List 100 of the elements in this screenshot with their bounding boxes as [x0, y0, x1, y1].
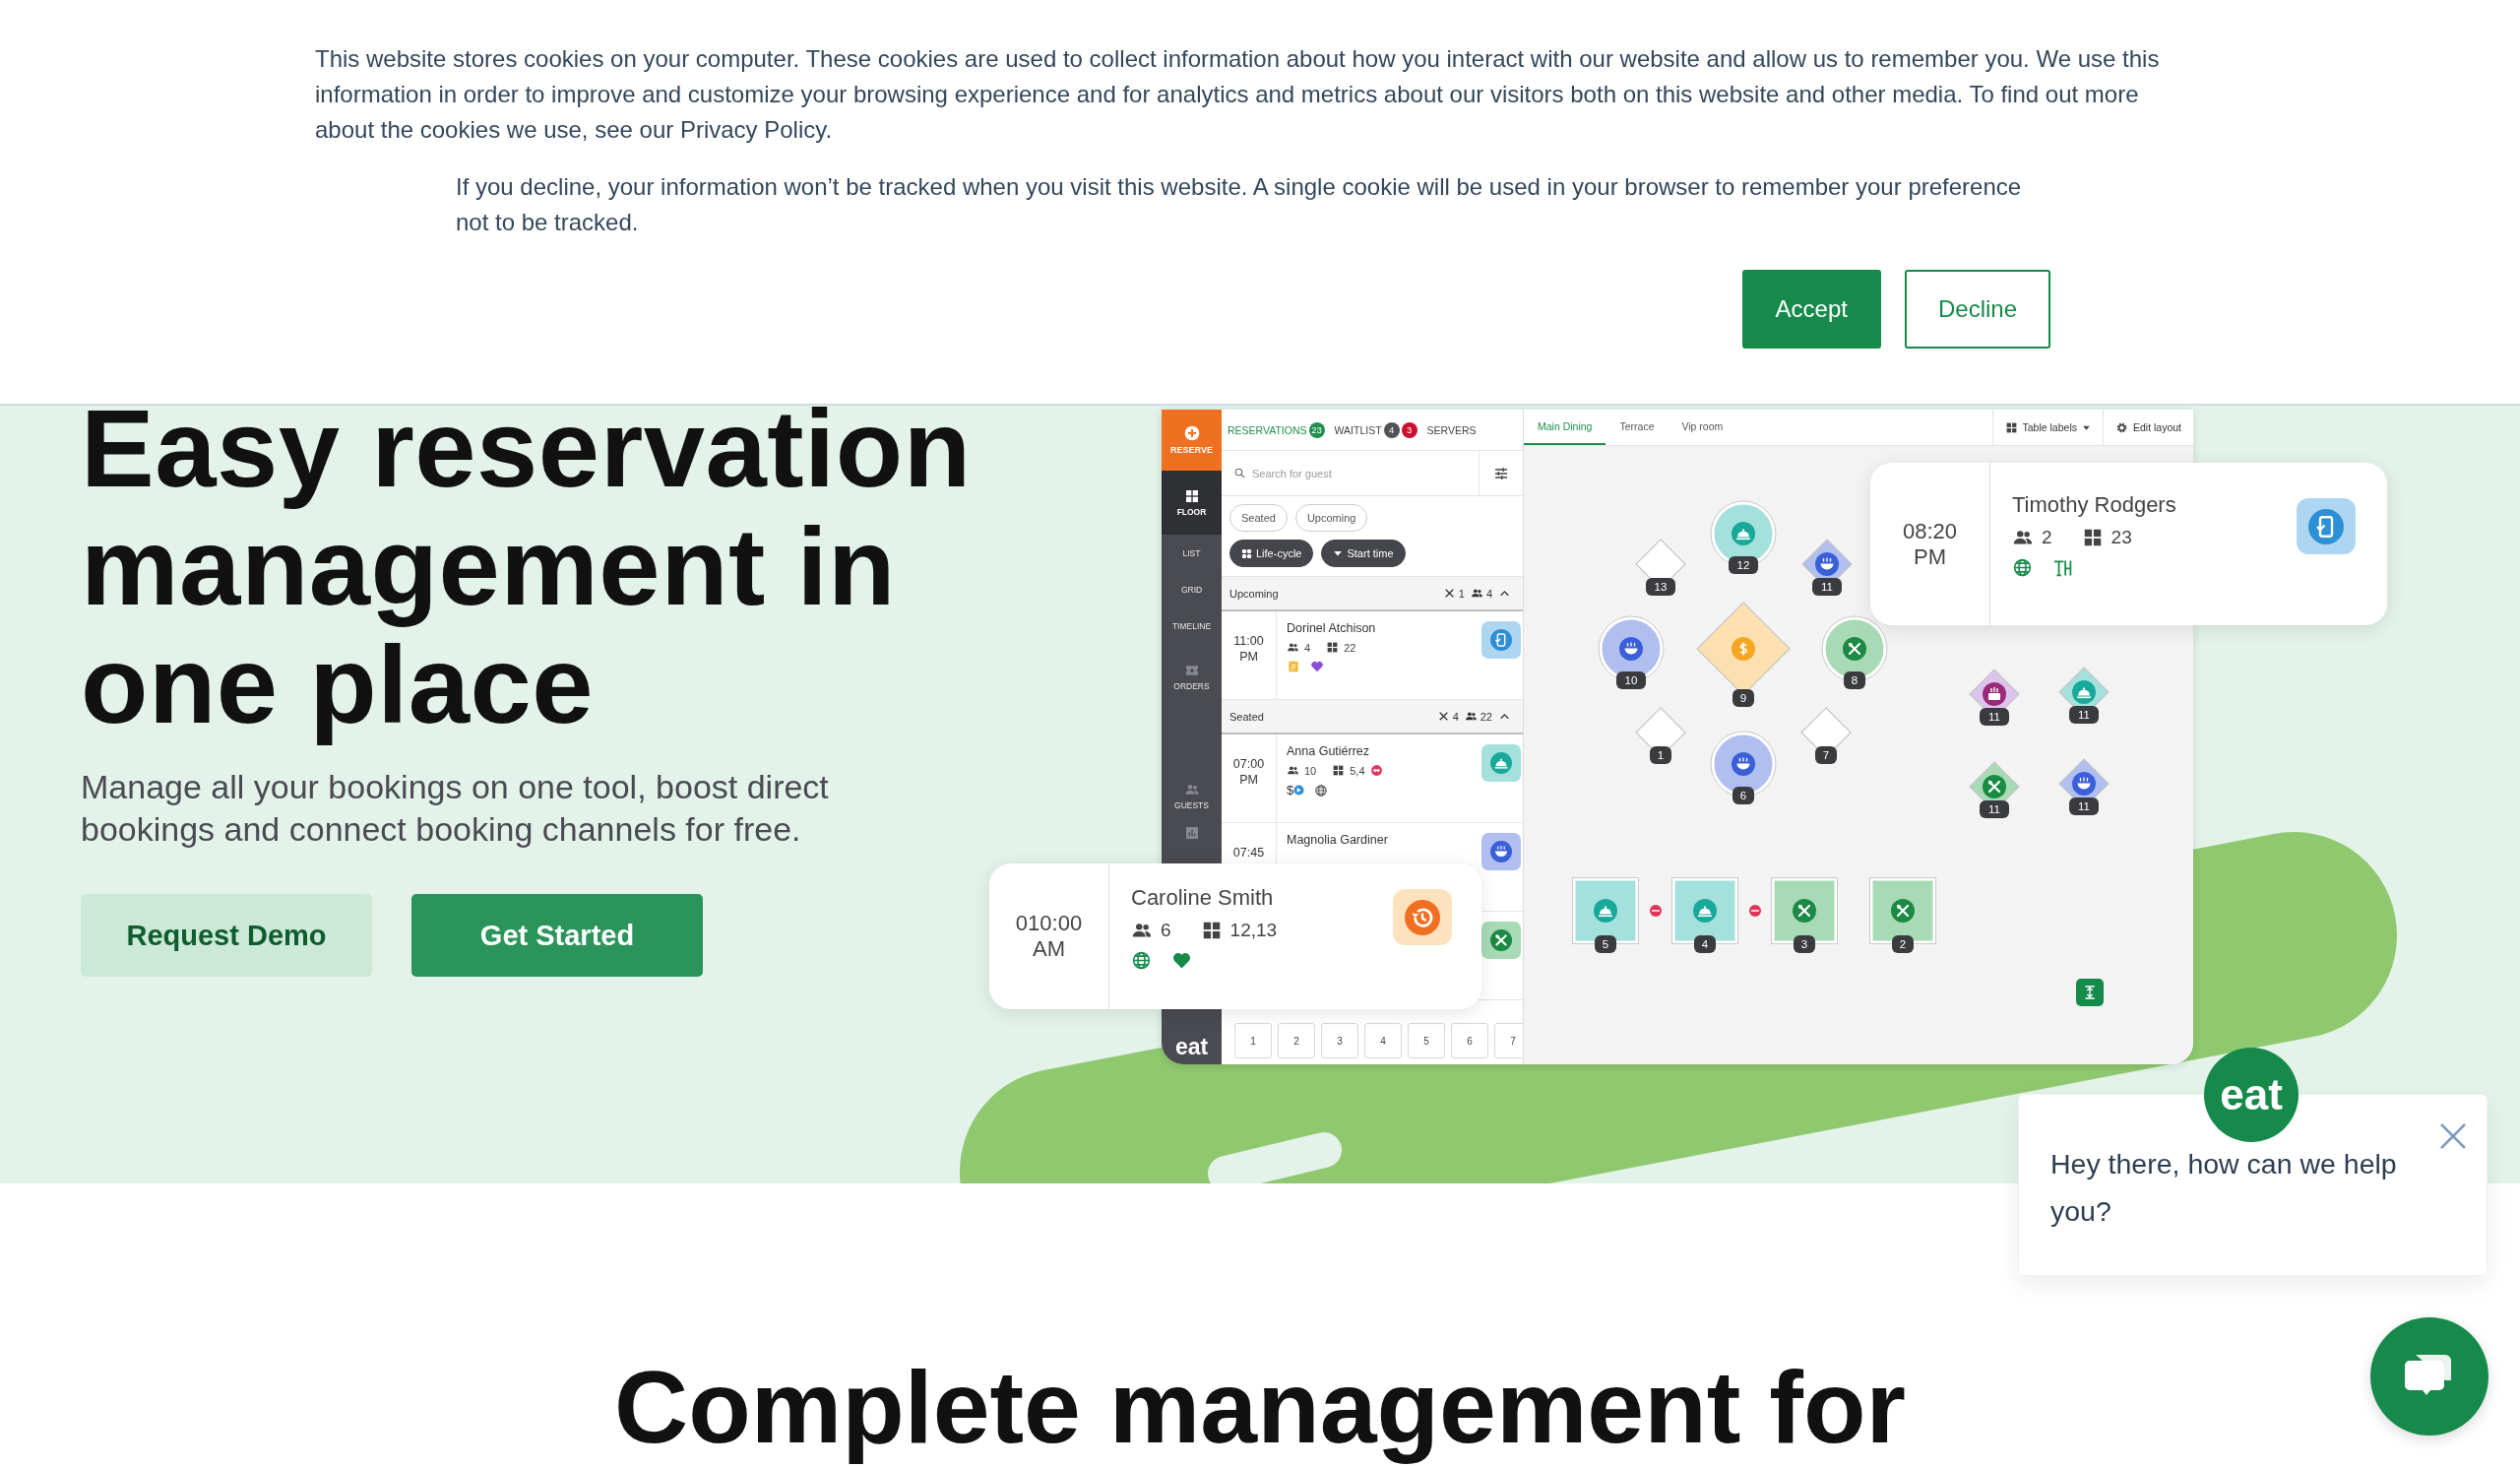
cloche-icon [1732, 522, 1755, 545]
guest-name: Magnolia Gardiner [1287, 833, 1389, 847]
filter-chip[interactable]: Seated [1229, 504, 1288, 532]
section-header[interactable]: Seated 4 22 [1222, 700, 1523, 734]
table-tile[interactable]: 5 [1408, 1023, 1445, 1058]
phone-check-icon [2308, 508, 2344, 544]
table-tile[interactable]: 2 [1278, 1023, 1315, 1058]
group-by-chip[interactable]: Life-cycle [1229, 540, 1314, 567]
section-header[interactable]: Upcoming 1 4 [1222, 577, 1523, 611]
link-icon [1749, 905, 1761, 917]
note-icon [1287, 660, 1300, 673]
sidebar-item[interactable]: ORDERS [1162, 650, 1222, 703]
status-button[interactable] [1481, 744, 1521, 782]
search-icon [1233, 467, 1246, 479]
guest-count: 10 [1304, 764, 1317, 777]
table-tile[interactable]: 1 [1234, 1023, 1272, 1058]
cookie-notice-text: If you decline, your information won’t be tracked when you visit this website. A single cookie will be used in your browser to remember your preference not to be tracked. [456, 172, 2023, 237]
grid-icon [1326, 641, 1340, 654]
fork-knife-icon [1983, 775, 2006, 798]
sidebar-item[interactable]: GRID [1162, 571, 1222, 607]
hero-subtitle: Manage all your bookings on one tool, boost direct bookings and connect booking channels for free. [81, 767, 830, 850]
guest-count: 2 [2042, 527, 2052, 548]
room-tab[interactable]: Terrace [1606, 410, 1669, 445]
status-button[interactable] [2297, 498, 2356, 554]
cloche-icon [1693, 899, 1717, 923]
prepaid-tag: $ [1287, 783, 1305, 797]
table-numbers: 5,4 [1350, 764, 1365, 777]
search-field[interactable]: Search for guest [1252, 467, 1400, 479]
guest-count: 22 [1480, 710, 1492, 723]
globe-icon [2012, 557, 2033, 578]
grid-icon [2004, 420, 2018, 434]
table-tile[interactable]: 3 [1321, 1023, 1358, 1058]
caret-icon [1333, 548, 1344, 558]
guest-name: Anna Gutiérrez [1287, 744, 1371, 758]
count-badge: 4 [1383, 421, 1400, 438]
status-button[interactable] [1481, 621, 1521, 659]
reservation-time: 010:00 AM [989, 863, 1109, 1009]
count-badge: 23 [1308, 421, 1325, 438]
people-icon [1464, 710, 1478, 723]
accept-button[interactable]: Accept [1741, 270, 1881, 349]
cookie-notice-text: This website stores cookies on your computer. These cookies are used to collect information about how you interact with our website and allow us to remember you. We use this information in order to improve and customize your browsing experience and for analytics and metrics about our visitors both on this website and other media. To find out more about the cookies we use, see our Privacy Policy. [315, 44, 2161, 145]
people-icon [1470, 587, 1483, 600]
link-icon [1369, 764, 1383, 777]
status-button[interactable] [1481, 922, 1521, 959]
sidebar-item[interactable]: TIMELINE [1162, 607, 1222, 644]
status-button[interactable] [1393, 889, 1452, 945]
bowl-icon [2072, 772, 2096, 796]
bar-chart-icon [1183, 824, 1200, 841]
dots-icon [1241, 547, 1252, 559]
link-icon [1650, 905, 1662, 917]
globe-icon [1131, 950, 1152, 971]
cloche-icon [1490, 752, 1512, 774]
guest-count: 4 [1304, 641, 1311, 654]
chat-message: Hey there, how can we help you? [2050, 1147, 2398, 1229]
decline-button[interactable]: Decline [1904, 270, 2050, 349]
gear-icon [2114, 420, 2128, 434]
fork-knife-icon [1843, 637, 1866, 661]
table-labels-dropdown[interactable]: Table labels [1991, 410, 2103, 445]
sort-chip[interactable]: Start time [1321, 540, 1406, 567]
edit-layout-button[interactable]: Edit layout [2102, 410, 2193, 445]
guest-count: 6 [1161, 920, 1171, 941]
list-tab[interactable]: SERVERS [1426, 423, 1477, 436]
bowl-icon [1732, 752, 1755, 776]
cake-icon [1983, 682, 2006, 706]
dollar-icon [1732, 637, 1755, 661]
history-icon [1405, 899, 1440, 935]
people-icon [1287, 764, 1299, 777]
bowl-icon [1619, 637, 1643, 661]
list-tab[interactable]: WAITLIST 4 3 [1334, 421, 1418, 438]
cloche-icon [2072, 680, 2096, 704]
grid-icon [1183, 488, 1200, 504]
filter-chip[interactable]: Upcoming [1294, 504, 1368, 532]
phone-check-icon [1490, 629, 1512, 651]
hero-heading: Easy reservation management in one place [81, 390, 973, 744]
cloche-icon [1594, 899, 1617, 923]
fit-button[interactable] [2076, 979, 2104, 1006]
sidebar-item[interactable]: LIST [1162, 535, 1222, 571]
table-tile[interactable]: 4 [1364, 1023, 1402, 1058]
sidebar-item[interactable]: GUESTS [1162, 778, 1222, 814]
guest-count: 4 [1485, 587, 1492, 600]
expand-vertical-icon [2082, 985, 2098, 1000]
room-tab[interactable]: Vip room [1668, 410, 1737, 445]
table-count: 4 [1452, 710, 1459, 723]
get-started-button[interactable]: Get Started [411, 894, 703, 977]
table-numbers: 12,13 [1229, 920, 1278, 941]
app-logo: eat [1173, 1034, 1210, 1061]
section-title: Upcoming [1229, 587, 1280, 600]
globe-icon [1314, 783, 1329, 797]
sidebar-item[interactable]: FLOOR [1162, 471, 1222, 535]
table-tile[interactable]: 7 [1494, 1023, 1523, 1058]
table-tile[interactable]: 6 [1451, 1023, 1488, 1058]
table-count: 1 [1458, 587, 1465, 600]
count-badge: 3 [1401, 421, 1418, 438]
request-demo-button[interactable]: Request Demo [81, 894, 372, 977]
bowl-icon [1490, 841, 1512, 862]
status-button[interactable] [1481, 833, 1521, 870]
section-title: Seated [1229, 710, 1265, 723]
list-tab[interactable]: RESERVATIONS 23 [1228, 421, 1325, 438]
guest-name: Dorinel Atchison [1287, 621, 1377, 635]
fork-knife-icon [1891, 899, 1915, 923]
